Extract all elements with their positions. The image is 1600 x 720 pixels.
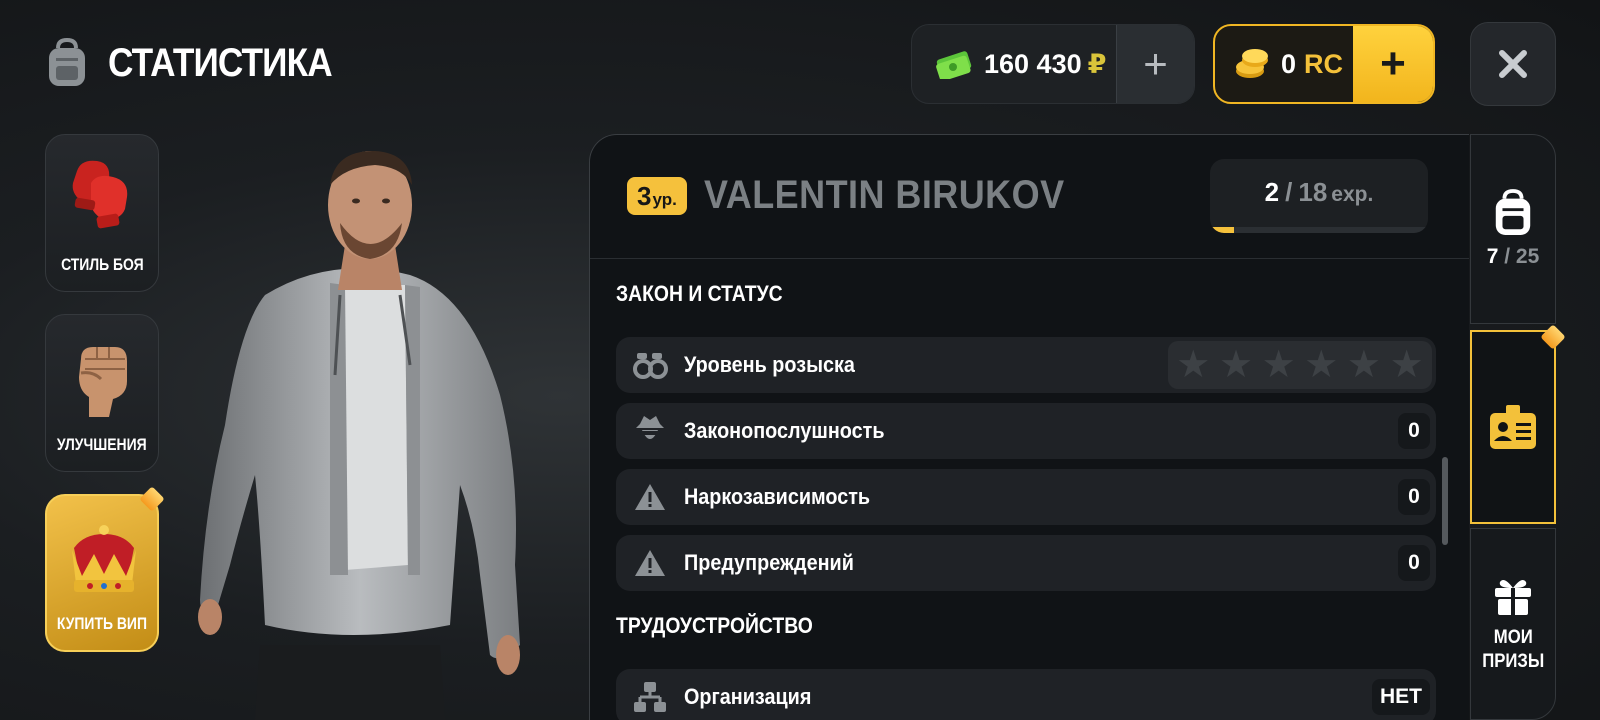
- warning-icon: [630, 477, 670, 517]
- money-amount: 160 430: [984, 48, 1082, 79]
- boxing-gloves-icon: [72, 160, 128, 229]
- buy-vip-button[interactable]: КУПИТЬ ВИП: [45, 486, 165, 652]
- crown-icon: [72, 525, 136, 592]
- fight-style-label: СТИЛЬ БОЯ: [60, 255, 144, 274]
- new-badge-icon: [1540, 324, 1566, 350]
- exp-current: 2: [1264, 177, 1280, 207]
- scrollbar[interactable]: [1442, 457, 1448, 545]
- star-icon: ★: [1218, 344, 1254, 386]
- stat-row-drug-addiction: Наркозависимость 0: [616, 469, 1436, 525]
- wanted-stars: ★ ★ ★ ★ ★ ★: [1168, 341, 1432, 389]
- buy-vip-label: КУПИТЬ ВИП: [56, 614, 148, 633]
- player-name: VALENTIN BIRUKOV: [704, 173, 1065, 217]
- tab-my-prizes[interactable]: МОИ ПРИЗЫ: [1470, 528, 1556, 720]
- stat-value-drug-addiction: 0: [1398, 479, 1430, 515]
- coins-icon: [1236, 49, 1268, 78]
- stats-panel: 3 ур. VALENTIN BIRUKOV 2/18 exp. ЗАКОН И …: [589, 134, 1469, 720]
- stat-row-law-abiding: Законопослушность 0: [616, 403, 1436, 459]
- rc-currency: RC: [1304, 48, 1344, 79]
- gift-icon: [1495, 580, 1531, 615]
- level-number: 3: [637, 181, 652, 211]
- cash-icon: [936, 51, 972, 79]
- exp-unit: exp.: [1331, 183, 1374, 206]
- close-button[interactable]: [1470, 22, 1556, 106]
- player-header: 3 ур. VALENTIN BIRUKOV 2/18 exp.: [590, 135, 1469, 259]
- stat-row-warnings: Предупреждений 0: [616, 535, 1436, 591]
- stat-value-organization: НЕТ: [1372, 679, 1430, 715]
- backpack-icon: [49, 38, 85, 86]
- stat-row-wanted-level: Уровень розыска ★ ★ ★ ★ ★ ★: [616, 337, 1436, 393]
- stat-value-warnings: 0: [1398, 545, 1430, 581]
- fist-icon: [79, 347, 127, 417]
- stat-label-wanted-level: Уровень розыска: [684, 352, 855, 377]
- upgrades-button[interactable]: УЛУЧШЕНИЯ: [45, 314, 159, 472]
- section-title-law: ЗАКОН И СТАТУС: [616, 281, 783, 306]
- money-balance: 160 430 ₽ +: [911, 24, 1195, 104]
- backpack-icon: [1495, 189, 1531, 235]
- inventory-max: 25: [1515, 245, 1540, 268]
- page-header: СТАТИСТИКА: [44, 38, 362, 88]
- detective-icon: [630, 411, 670, 451]
- experience-bar-fill: [1210, 227, 1234, 233]
- new-badge-icon: [139, 486, 165, 512]
- tab-statistics[interactable]: [1470, 324, 1566, 524]
- stat-label-drug-addiction: Наркозависимость: [684, 484, 871, 509]
- upgrades-label: УЛУЧШЕНИЯ: [57, 435, 147, 454]
- star-icon: ★: [1346, 344, 1381, 386]
- handcuffs-icon: [630, 345, 670, 385]
- section-title-employment: ТРУДОУСТРОЙСТВО: [616, 613, 813, 638]
- level-badge: 3 ур.: [627, 177, 687, 215]
- organization-icon: [630, 677, 670, 717]
- rc-balance: 0 RC +: [1213, 24, 1435, 104]
- star-icon: ★: [1176, 344, 1211, 386]
- tab-inventory[interactable]: 7 / 25: [1470, 134, 1556, 324]
- stat-label-law-abiding: Законопослушность: [684, 418, 885, 443]
- experience-box: 2/18 exp.: [1210, 159, 1428, 233]
- inventory-count: 7 / 25: [1486, 245, 1540, 268]
- add-money-button[interactable]: +: [1116, 25, 1194, 103]
- page-title: СТАТИСТИКА: [108, 40, 333, 85]
- close-icon: [1499, 50, 1527, 78]
- star-icon: ★: [1389, 344, 1424, 386]
- star-icon: ★: [1304, 344, 1339, 386]
- level-unit: ур.: [652, 190, 677, 209]
- id-card-icon: [1490, 405, 1536, 449]
- rc-amount: 0: [1281, 48, 1297, 79]
- money-currency: ₽: [1087, 48, 1107, 79]
- stat-label-organization: Организация: [684, 684, 812, 709]
- stat-label-warnings: Предупреждений: [684, 550, 854, 575]
- fight-style-button[interactable]: СТИЛЬ БОЯ: [45, 134, 159, 292]
- my-prizes-label-line2: ПРИЗЫ: [1481, 651, 1545, 672]
- add-rc-button[interactable]: +: [1353, 26, 1433, 102]
- my-prizes-label-line1: МОИ: [1493, 627, 1533, 648]
- player-character-model: [198, 150, 520, 720]
- my-prizes-label: МОИ ПРИЗЫ: [1482, 626, 1544, 674]
- exp-max: 18: [1298, 177, 1328, 207]
- warning-icon: [630, 543, 670, 583]
- stat-value-law-abiding: 0: [1398, 413, 1430, 449]
- experience-bar: [1210, 227, 1428, 233]
- star-icon: ★: [1261, 344, 1296, 386]
- stat-row-organization: Организация НЕТ: [616, 669, 1436, 720]
- experience-text: 2/18 exp.: [1264, 177, 1374, 207]
- inventory-current: 7: [1486, 245, 1499, 268]
